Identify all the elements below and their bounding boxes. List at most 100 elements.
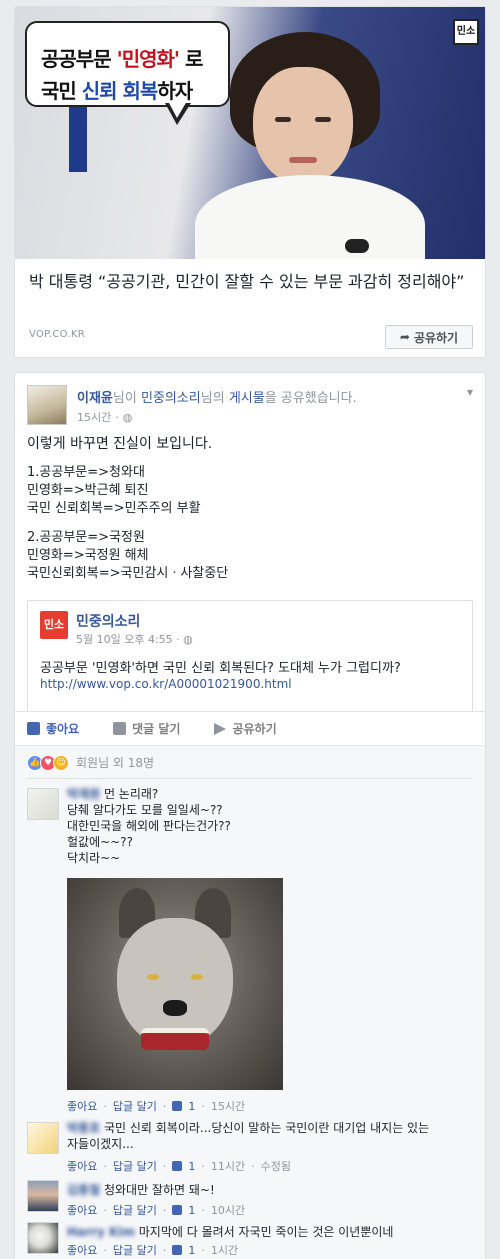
comment-line: 대한민국을 해외에 판다는건가?? [67,819,231,833]
author-avatar[interactable] [27,385,67,425]
shared-page-link[interactable]: 민중의소리 [141,391,201,406]
wolf-mouth [141,1028,209,1050]
comment-text: 국민 신뢰 회복이라...당신이 말하는 국민이란 대기업 내지는 있는 [103,1121,430,1135]
divider [27,778,473,779]
comment-reply-link[interactable]: 답글 달기 [113,1098,157,1114]
author-name[interactable]: 이재윤 [77,391,113,406]
comment-actions: 좋아요 · 답글 달기 · 1 · 15시간 [67,1098,246,1114]
bubble-text: 국민 [41,79,82,103]
post-time[interactable]: 15시간 [77,409,111,425]
person-eye [275,117,291,122]
person-mouth [289,157,317,163]
comment-line: 자들이겠지... [67,1137,134,1151]
bubble-highlight: 신뢰 회복 [81,79,159,103]
comment-icon [113,722,127,735]
person-eye [315,117,331,122]
comment-avatar[interactable] [27,1222,59,1254]
embed-url-link[interactable]: http://www.vop.co.kr/A00001021900.html [40,677,292,691]
bubble-text: 로 [179,47,203,71]
share-arrow-icon: ➦ [399,330,410,344]
comment-like-count[interactable]: 1 [188,1160,195,1173]
bubble-line-1: 공공부문 '민영화' 로 [41,43,203,72]
share-label: 공유하기 [232,722,277,736]
vop-page-logo[interactable]: 민소 [40,611,68,639]
link-preview-image[interactable]: 공공부문 '민영화' 로 국민 신뢰 회복하자 민소 [15,7,485,259]
comment-actions: 좋아요 · 답글 달기 · 1 · 1시간 [67,1242,239,1258]
share-arrow-icon [214,722,227,735]
header-text: 을 공유했습니다. [264,391,357,406]
comments-section: 👍 ♥ ☺ 회원님 외 18명 박재원 먼 논리래? 당췌 알다가도 모를 일일… [15,745,485,1259]
commenter-name[interactable]: 박종호 [67,1121,100,1135]
haha-reaction-icon: ☺ [53,754,69,771]
comment-time[interactable]: 1시간 [211,1242,238,1258]
share-post-button[interactable]: 공유하기 [214,720,277,737]
flag-shape [69,102,87,172]
microphone-icon [345,239,369,253]
comment-actions: 좋아요 · 답글 달기 · 1 · 10시간 [67,1202,246,1218]
comment-line: 당췌 알다가도 모를 일일세~?? [67,803,223,817]
dot-separator: · [115,410,119,424]
comment-like-link[interactable]: 좋아요 [67,1202,97,1218]
comment-reply-link[interactable]: 답글 달기 [113,1242,157,1258]
post-text-line: 1.공공부문=>청와대 [27,465,145,480]
thumbs-up-icon [172,1161,183,1171]
embed-time[interactable]: 5월 10일 오후 4:55 [76,633,173,646]
wolf-eye [147,974,159,980]
post-options-chevron-icon[interactable]: ▾ [467,385,473,399]
comment-like-count[interactable]: 1 [188,1100,195,1113]
thumbs-up-icon [172,1245,183,1255]
comment-line: 박종호 국민 신뢰 회복이라...당신이 말하는 국민이란 대기업 내지는 있는 [67,1120,429,1136]
comment-reply-link[interactable]: 답글 달기 [113,1158,157,1174]
shared-post-embed[interactable]: 민소 민중의소리 5월 10일 오후 4:55 · ◍ 공공부문 '민영화'하면… [27,600,473,712]
link-domain: VOP.CO.KR [29,329,86,340]
shared-object-link[interactable]: 게시물 [229,391,265,406]
link-preview-card[interactable]: 공공부문 '민영화' 로 국민 신뢰 회복하자 민소 박 대통령 “공공기관, … [14,6,486,358]
comment-time[interactable]: 10시간 [211,1202,245,1218]
post-text-line: 2.공공부문=>국정원 [27,530,145,545]
post-card: 이재윤님이 민중의소리님의 게시물을 공유했습니다. 15시간 · ◍ ▾ 이렇… [14,372,486,1259]
comment-time[interactable]: 11시간 [211,1158,245,1174]
share-button[interactable]: ➦ 공유하기 [385,325,473,349]
embed-text: 공공부문 '민영화'하면 국민 신뢰 회복된다? 도대체 누가 그럽디까? [40,661,401,676]
embed-page-name[interactable]: 민중의소리 [76,611,140,631]
like-button[interactable]: 좋아요 [27,720,79,737]
reactions-summary[interactable]: 👍 ♥ ☺ 회원님 외 18명 [27,754,154,771]
comment-time[interactable]: 15시간 [211,1098,245,1114]
post-meta: 15시간 · ◍ [77,409,132,425]
share-button-label: 공유하기 [413,330,459,345]
comment-avatar[interactable] [27,1180,59,1212]
comment-reply-link[interactable]: 답글 달기 [113,1202,157,1218]
comment-actions: 좋아요 · 답글 달기 · 1 · 11시간 · 수정됨 [67,1158,291,1174]
embed-meta: 5월 10일 오후 4:55 · ◍ [76,633,193,646]
bubble-text: 하자 [157,79,193,103]
reactions-count[interactable]: 회원님 외 18명 [76,754,154,771]
post-header: 이재윤님이 민중의소리님의 게시물을 공유했습니다. [77,387,357,406]
comment-image-wolf[interactable] [67,878,283,1090]
comment-avatar[interactable] [27,788,59,820]
commenter-name[interactable]: 박재원 [67,787,100,801]
comment-line: 박재원 먼 논리래? [67,786,158,802]
comment-like-count[interactable]: 1 [188,1244,195,1257]
public-globe-icon: ◍ [122,410,133,424]
comment-like-link[interactable]: 좋아요 [67,1242,97,1258]
bubble-line-2: 국민 신뢰 회복하자 [41,75,193,104]
comment-text: 마지막에 다 몰려서 자국민 죽이는 것은 이년뿐이네 [138,1225,394,1239]
wolf-eye [191,974,203,980]
vop-logo: 민소 [453,19,479,45]
post-text-line: 국민 신뢰회복=>민주주의 부활 [27,501,201,516]
comment-like-link[interactable]: 좋아요 [67,1158,97,1174]
like-label: 좋아요 [46,722,80,736]
comment-button[interactable]: 댓글 달기 [113,720,180,737]
bubble-highlight: '민영화' [116,47,180,71]
header-text: 님의 [200,391,229,406]
comment-like-count[interactable]: 1 [188,1204,195,1217]
comment-text: 청와대만 잘하면 돼~! [103,1183,215,1197]
link-title[interactable]: 박 대통령 “공공기관, 민간이 잘할 수 있는 부문 과감히 정리해야” [29,269,474,294]
comment-edited-label[interactable]: 수정됨 [261,1158,291,1174]
person-body [195,175,425,259]
comment-line: 헐값에~~?? [67,835,133,849]
commenter-name[interactable]: Harry Kim [67,1225,135,1239]
comment-avatar[interactable] [27,1122,59,1154]
comment-like-link[interactable]: 좋아요 [67,1098,97,1114]
commenter-name[interactable]: 김종철 [67,1183,100,1197]
